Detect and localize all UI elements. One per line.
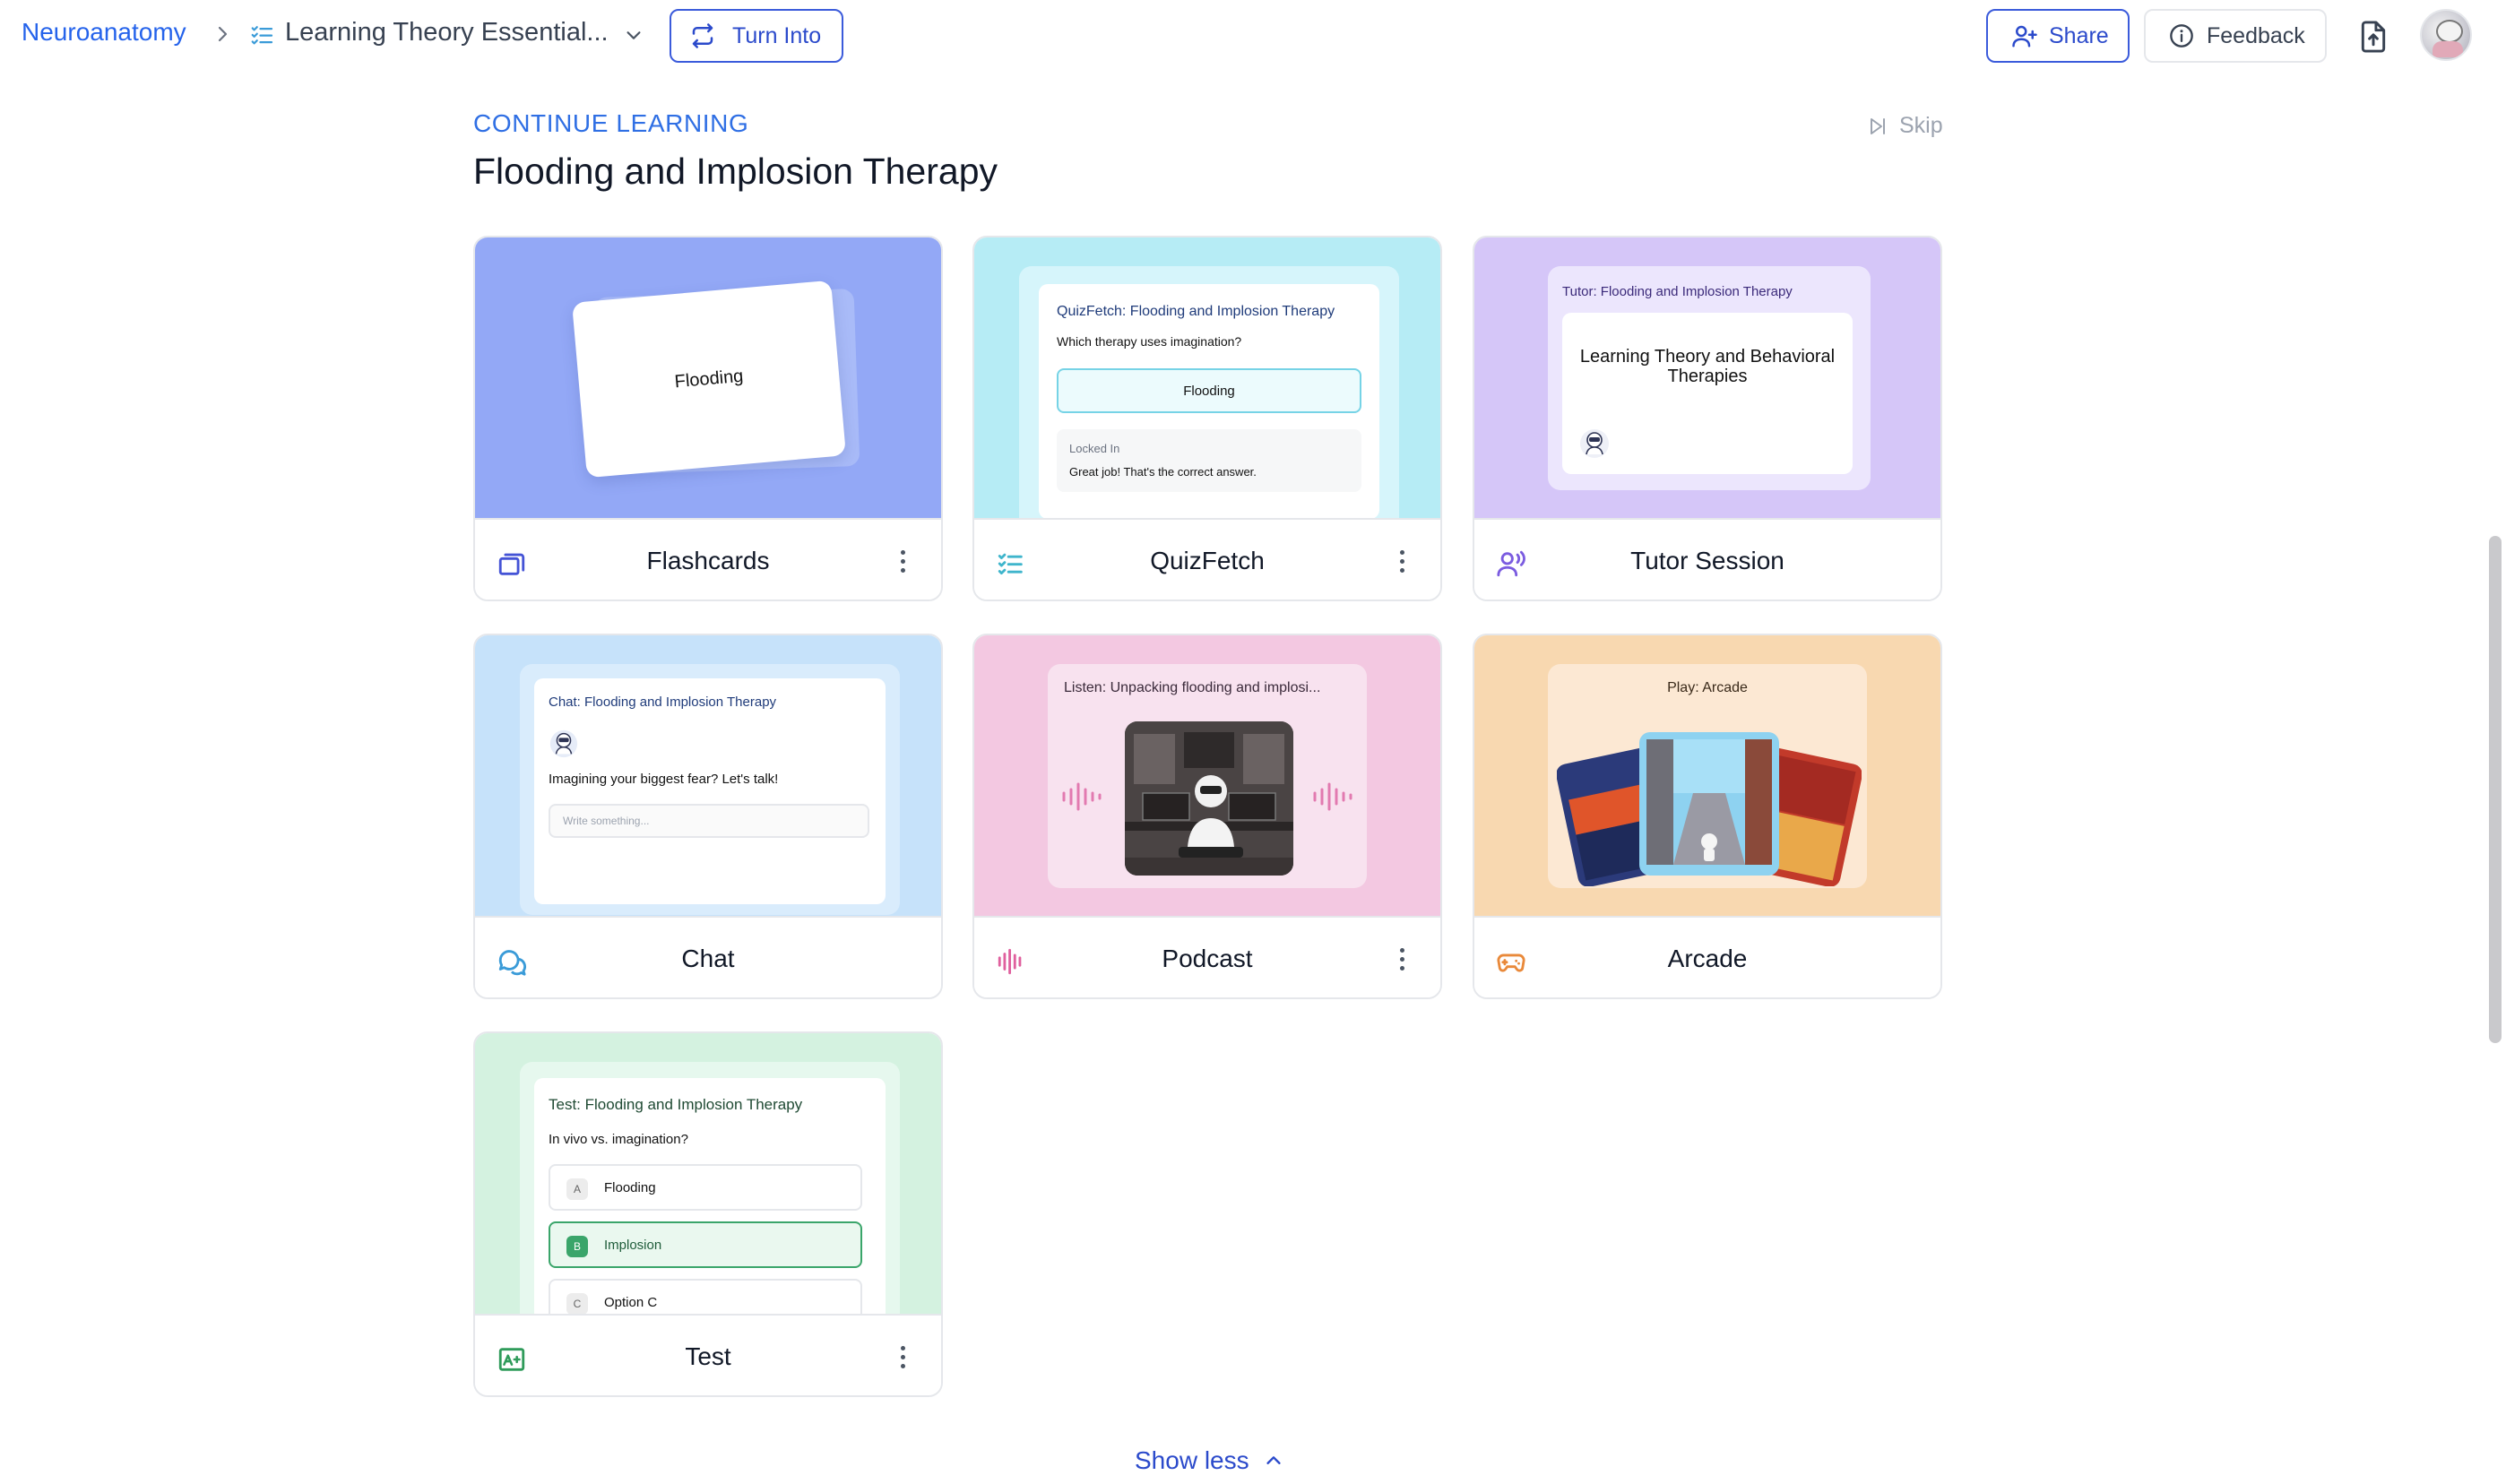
studio-illustration [1125, 721, 1293, 876]
more-options-icon[interactable] [898, 550, 907, 575]
quiz-result: Locked In Great job! That's the correct … [1057, 429, 1361, 492]
chevron-up-icon [1266, 1456, 1281, 1464]
export-file-icon[interactable] [2357, 20, 2389, 54]
mascot-avatar-icon [1580, 429, 1609, 458]
turn-into-button[interactable]: Turn Into [670, 9, 843, 63]
option-text: Option C [604, 1295, 658, 1310]
quiz-status: Locked In [1069, 442, 1120, 455]
tutor-session-card[interactable]: Tutor: Flooding and Implosion Therapy Le… [1473, 236, 1942, 601]
card-title: Tutor Session [1630, 547, 1784, 574]
tutor-title: Tutor: Flooding and Implosion Therapy [1562, 284, 1793, 299]
top-bar: Neuroanatomy Learning Theory Essential..… [0, 0, 2506, 72]
test-title: Test: Flooding and Implosion Therapy [549, 1096, 803, 1113]
podcast-title: Listen: Unpacking flooding and implosi..… [1064, 680, 1321, 695]
skip-label: Skip [1899, 113, 1943, 138]
card-title: Podcast [1162, 945, 1253, 972]
arcade-preview: Play: Arcade [1474, 635, 1940, 916]
arcade-footer: Arcade [1474, 916, 1940, 997]
quizfetch-preview: QuizFetch: Flooding and Implosion Therap… [974, 237, 1440, 535]
tutor-footer: Tutor Session [1474, 518, 1940, 600]
share-label: Share [2049, 22, 2109, 48]
sound-wave-icon [1062, 782, 1102, 811]
option-letter: C [566, 1293, 588, 1315]
convert-arrows-icon [692, 23, 713, 48]
arcade-card[interactable]: Play: Arcade Arcade [1473, 634, 1942, 999]
test-panel: Test: Flooding and Implosion Therapy In … [534, 1078, 886, 1338]
option-text: Implosion [604, 1238, 662, 1253]
podcast-preview: Listen: Unpacking flooding and implosi..… [974, 635, 1440, 916]
quiz-feedback: Great job! That's the correct answer. [1069, 465, 1257, 479]
breadcrumb-root[interactable]: Neuroanatomy [22, 18, 186, 47]
page-title: Flooding and Implosion Therapy [473, 151, 998, 192]
podcast-footer: Podcast [974, 916, 1440, 997]
sound-wave-icon [1313, 782, 1352, 811]
test-card[interactable]: Test: Flooding and Implosion Therapy In … [473, 1031, 943, 1397]
add-person-icon [2012, 25, 2037, 47]
quizfetch-footer: QuizFetch [974, 518, 1440, 600]
test-question: In vivo vs. imagination? [549, 1132, 688, 1147]
chat-input: Write something... [549, 804, 869, 838]
user-avatar[interactable] [2420, 9, 2472, 61]
chevron-right-icon [218, 26, 228, 42]
arcade-title: Play: Arcade [1667, 680, 1748, 695]
show-less-label: Show less [1135, 1446, 1249, 1474]
card-title: Chat [681, 945, 735, 972]
more-options-icon[interactable] [1397, 550, 1406, 575]
card-title: QuizFetch [1150, 547, 1265, 574]
info-icon [2170, 24, 2193, 47]
section-eyebrow: CONTINUE LEARNING [473, 109, 749, 137]
turn-into-label: Turn Into [732, 22, 822, 48]
podcast-artwork [1125, 721, 1293, 876]
card-title: Test [685, 1342, 731, 1370]
tutor-topic: Learning Theory and Behavioral Therapies [1579, 347, 1836, 386]
quiz-question: Which therapy uses imagination? [1057, 334, 1242, 349]
skip-forward-icon [1871, 117, 1885, 134]
chat-message: Imagining your biggest fear? Let's talk! [549, 772, 779, 787]
chevron-down-icon[interactable] [624, 25, 644, 45]
flashcards-footer: Flashcards [475, 518, 941, 600]
scrollbar-thumb[interactable] [2489, 536, 2502, 1043]
card-title: Arcade [1667, 945, 1748, 972]
share-button[interactable]: Share [1986, 9, 2130, 63]
tutor-panel: Learning Theory and Behavioral Therapies [1562, 313, 1853, 474]
flashcards-preview: Flooding [475, 237, 941, 518]
chat-card[interactable]: Chat: Flooding and Implosion Therapy Ima… [473, 634, 943, 999]
test-option: A Flooding [549, 1164, 862, 1211]
test-preview: Test: Flooding and Implosion Therapy In … [475, 1033, 941, 1338]
option-letter: A [566, 1178, 588, 1200]
chat-panel: Chat: Flooding and Implosion Therapy Ima… [534, 678, 886, 904]
podcast-card[interactable]: Listen: Unpacking flooding and implosi..… [972, 634, 1442, 999]
mascot-avatar-icon [549, 729, 578, 758]
checklist-icon [251, 26, 273, 45]
more-options-icon[interactable] [1397, 948, 1406, 973]
test-option-selected: B Implosion [549, 1221, 862, 1268]
flashcards-card[interactable]: Flooding Flashcards [473, 236, 943, 601]
flashcard-front: Flooding [572, 280, 846, 479]
chat-footer: Chat [475, 916, 941, 997]
quiz-panel: QuizFetch: Flooding and Implosion Therap… [1039, 284, 1379, 519]
test-footer: Test [475, 1314, 941, 1395]
more-options-icon[interactable] [898, 1346, 907, 1371]
quiz-title: QuizFetch: Flooding and Implosion Therap… [1057, 304, 1335, 319]
quiz-answer: Flooding [1057, 368, 1361, 413]
chat-title: Chat: Flooding and Implosion Therapy [549, 695, 777, 710]
skip-button[interactable]: Skip [1867, 113, 1943, 139]
quizfetch-card[interactable]: QuizFetch: Flooding and Implosion Therap… [972, 236, 1442, 601]
show-less-button[interactable]: Show less [1135, 1446, 1283, 1475]
tutor-preview: Tutor: Flooding and Implosion Therapy Le… [1474, 237, 1940, 518]
game-cards-illustration [1557, 732, 1862, 886]
chat-preview: Chat: Flooding and Implosion Therapy Ima… [475, 635, 941, 916]
option-text: Flooding [604, 1180, 656, 1195]
feedback-button[interactable]: Feedback [2144, 9, 2327, 63]
breadcrumb-document[interactable]: Learning Theory Essential... [285, 18, 609, 47]
option-letter: B [566, 1236, 588, 1257]
card-title: Flashcards [646, 547, 770, 574]
feedback-label: Feedback [2207, 22, 2305, 48]
